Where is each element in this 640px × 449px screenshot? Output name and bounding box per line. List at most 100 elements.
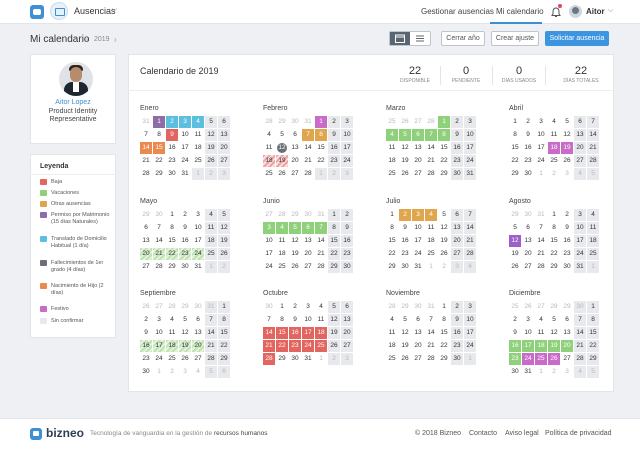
day-cell[interactable]: 26: [140, 301, 152, 313]
day-cell[interactable]: 15: [509, 142, 521, 154]
day-cell[interactable]: 30: [341, 261, 353, 273]
day-cell[interactable]: 16: [289, 327, 301, 339]
day-cell[interactable]: 14: [587, 129, 599, 141]
day-cell[interactable]: 31: [179, 168, 191, 180]
day-cell[interactable]: 24: [464, 155, 476, 167]
day-cell[interactable]: 3: [561, 168, 573, 180]
day-cell[interactable]: 7: [302, 129, 314, 141]
day-cell[interactable]: 4: [587, 209, 599, 221]
day-cell[interactable]: 12: [561, 129, 573, 141]
day-cell[interactable]: 30: [522, 209, 534, 221]
day-cell[interactable]: 3: [341, 353, 353, 365]
day-cell[interactable]: 30: [302, 209, 314, 221]
day-cell[interactable]: 31: [140, 116, 152, 128]
day-cell[interactable]: 14: [464, 222, 476, 234]
day-cell[interactable]: 24: [153, 353, 165, 365]
day-cell[interactable]: 9: [289, 314, 301, 326]
day-cell[interactable]: 28: [548, 301, 560, 313]
day-cell[interactable]: 6: [140, 222, 152, 234]
day-cell[interactable]: 21: [587, 142, 599, 154]
day-cell[interactable]: 1: [438, 301, 450, 313]
day-cell[interactable]: 4: [276, 222, 288, 234]
day-cell[interactable]: 13: [192, 327, 204, 339]
day-cell[interactable]: 2: [548, 366, 560, 378]
day-cell[interactable]: 20: [412, 340, 424, 352]
day-cell[interactable]: 3: [263, 222, 275, 234]
day-cell[interactable]: 1: [315, 168, 327, 180]
day-cell[interactable]: 2: [438, 261, 450, 273]
day-cell[interactable]: 4: [464, 261, 476, 273]
day-cell[interactable]: 27: [574, 155, 586, 167]
day-cell[interactable]: 13: [561, 327, 573, 339]
day-cell[interactable]: 28: [166, 301, 178, 313]
day-cell[interactable]: 13: [451, 222, 463, 234]
day-cell[interactable]: 28: [276, 209, 288, 221]
day-cell[interactable]: 26: [205, 155, 217, 167]
day-cell[interactable]: 6: [574, 116, 586, 128]
day-cell[interactable]: 24: [341, 155, 353, 167]
request-absence-button[interactable]: Solicitar ausencia: [545, 31, 609, 46]
day-cell[interactable]: 18: [548, 142, 560, 154]
day-cell[interactable]: 28: [425, 116, 437, 128]
day-cell[interactable]: 24: [179, 155, 191, 167]
day-cell[interactable]: 19: [218, 235, 230, 247]
day-cell[interactable]: 5: [399, 314, 411, 326]
day-cell[interactable]: 3: [412, 209, 424, 221]
day-cell[interactable]: 15: [438, 142, 450, 154]
day-cell[interactable]: 17: [535, 142, 547, 154]
day-cell[interactable]: 17: [179, 142, 191, 154]
day-cell[interactable]: 11: [425, 222, 437, 234]
day-cell[interactable]: 1: [315, 353, 327, 365]
day-cell[interactable]: 28: [574, 353, 586, 365]
day-cell[interactable]: 7: [263, 314, 275, 326]
day-cell[interactable]: 23: [166, 155, 178, 167]
day-cell[interactable]: 2: [218, 261, 230, 273]
day-cell[interactable]: 31: [302, 353, 314, 365]
day-cell[interactable]: 25: [166, 353, 178, 365]
day-cell[interactable]: 18: [263, 155, 275, 167]
day-cell[interactable]: 14: [263, 327, 275, 339]
day-cell[interactable]: 3: [302, 301, 314, 313]
day-cell[interactable]: 7: [425, 314, 437, 326]
day-cell[interactable]: 3: [179, 116, 191, 128]
day-cell[interactable]: 23: [522, 155, 534, 167]
day-cell[interactable]: 12: [509, 235, 521, 247]
day-cell[interactable]: 1: [509, 116, 521, 128]
day-cell[interactable]: 12: [399, 327, 411, 339]
day-cell[interactable]: 11: [386, 142, 398, 154]
day-cell[interactable]: 30: [574, 301, 586, 313]
day-cell[interactable]: 30: [451, 168, 463, 180]
day-cell[interactable]: 2: [328, 353, 340, 365]
close-year-button[interactable]: Cerrar año: [441, 31, 485, 46]
day-cell[interactable]: 20: [140, 248, 152, 260]
day-cell[interactable]: 31: [574, 261, 586, 273]
day-cell[interactable]: 13: [341, 314, 353, 326]
day-cell[interactable]: 9: [166, 129, 178, 141]
day-cell[interactable]: 29: [140, 209, 152, 221]
day-cell[interactable]: 20: [302, 248, 314, 260]
day-cell[interactable]: 27: [153, 301, 165, 313]
day-cell[interactable]: 1: [276, 301, 288, 313]
day-cell[interactable]: 10: [535, 129, 547, 141]
day-cell[interactable]: 17: [192, 235, 204, 247]
day-cell[interactable]: 26: [438, 248, 450, 260]
day-cell[interactable]: 21: [153, 248, 165, 260]
day-cell[interactable]: 27: [192, 353, 204, 365]
day-cell[interactable]: 3: [561, 366, 573, 378]
day-cell[interactable]: 13: [140, 235, 152, 247]
day-cell[interactable]: 25: [192, 155, 204, 167]
day-cell[interactable]: 20: [522, 248, 534, 260]
day-cell[interactable]: 25: [535, 353, 547, 365]
day-cell[interactable]: 26: [399, 116, 411, 128]
day-cell[interactable]: 25: [548, 155, 560, 167]
day-cell[interactable]: 28: [302, 168, 314, 180]
day-cell[interactable]: 5: [289, 222, 301, 234]
profile-name[interactable]: Aitor Lopez: [30, 99, 116, 106]
day-cell[interactable]: 28: [140, 168, 152, 180]
day-cell[interactable]: 3: [192, 209, 204, 221]
day-cell[interactable]: 28: [315, 261, 327, 273]
day-cell[interactable]: 19: [399, 340, 411, 352]
day-cell[interactable]: 15: [587, 327, 599, 339]
day-cell[interactable]: 1: [548, 209, 560, 221]
day-cell[interactable]: 17: [464, 327, 476, 339]
